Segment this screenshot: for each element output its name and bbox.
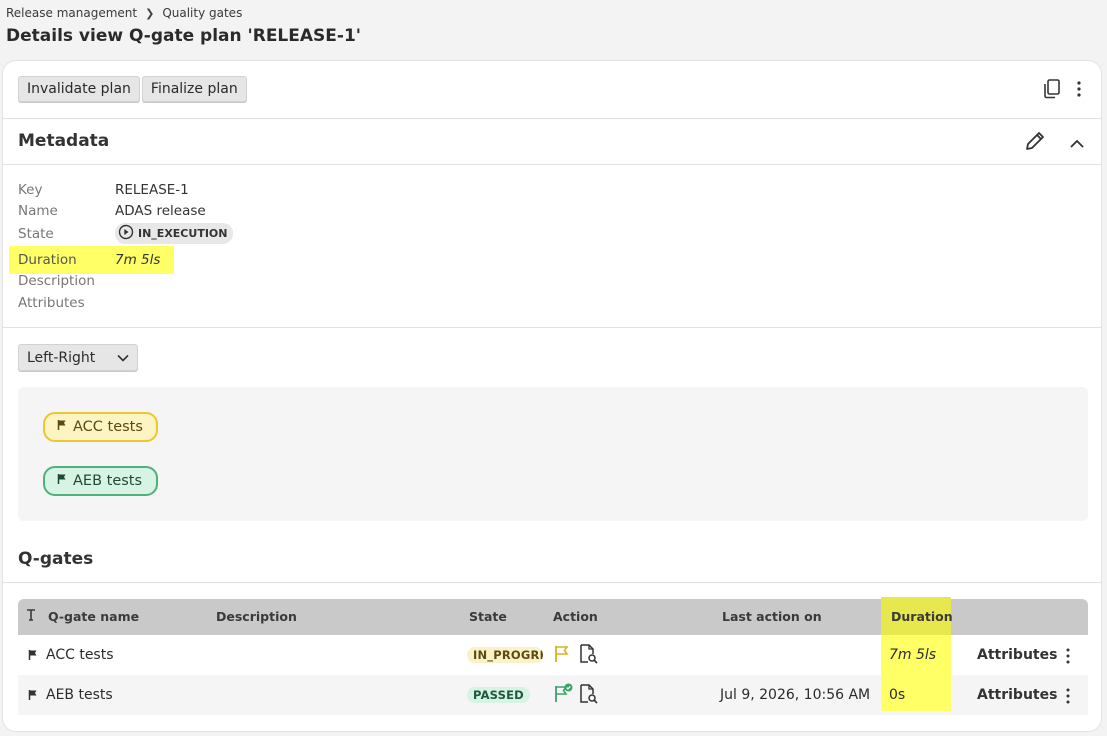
finalize-plan-button[interactable]: Finalize plan xyxy=(141,76,247,102)
meta-value: RELEASE-1 xyxy=(115,182,189,198)
meta-row-attributes: Attributes xyxy=(18,295,115,311)
page-title: Details view Q-gate plan 'RELEASE-1' xyxy=(6,26,361,46)
table-row[interactable]: AEB tests PASSED Jul 9, 2026, 10:56 AM 0… xyxy=(18,675,1088,715)
cell-qgate-name: AEB tests xyxy=(46,687,113,703)
state-value: IN_EXECUTION xyxy=(138,227,228,240)
invalidate-plan-button[interactable]: Invalidate plan xyxy=(18,76,140,102)
copy-icon[interactable] xyxy=(1043,79,1061,103)
column-header-duration[interactable]: Duration xyxy=(891,609,953,624)
column-header-description[interactable]: Description xyxy=(216,609,297,624)
flag-icon xyxy=(28,689,38,705)
attributes-button[interactable]: Attributes xyxy=(977,687,1057,703)
metadata-title: Metadata xyxy=(18,131,110,151)
meta-label: State xyxy=(18,225,54,242)
meta-label: Duration xyxy=(18,252,77,268)
chevron-right-icon: ❯ xyxy=(145,6,155,20)
metadata-body: Key RELEASE-1 Name ADAS release State IN… xyxy=(3,166,1101,328)
flow-node-label: AEB tests xyxy=(73,473,143,489)
edit-pencil-icon[interactable] xyxy=(1023,129,1047,157)
play-circle-icon xyxy=(118,224,134,243)
cell-duration: 7m 5ls xyxy=(889,647,937,663)
column-header-name[interactable]: Q-gate name xyxy=(48,609,139,624)
breadcrumb: Release management ❯ Quality gates xyxy=(6,6,242,20)
column-header-state[interactable]: State xyxy=(469,609,507,624)
view-document-icon[interactable] xyxy=(578,644,598,668)
meta-label: Key xyxy=(18,182,43,198)
details-card: Invalidate plan Finalize plan Metadata K… xyxy=(2,60,1102,732)
flag-icon xyxy=(28,649,38,665)
meta-label: Description xyxy=(18,273,95,289)
meta-row-key: Key RELEASE-1 xyxy=(18,182,189,198)
cell-qgate-name: ACC tests xyxy=(46,647,114,663)
chevron-down-icon xyxy=(117,350,129,366)
view-document-icon[interactable] xyxy=(578,684,598,708)
toolbar: Invalidate plan Finalize plan xyxy=(3,61,1101,119)
meta-label: Name xyxy=(18,203,58,219)
flag-icon xyxy=(57,473,67,489)
flow-node-acc-tests[interactable]: ACC tests xyxy=(43,412,158,442)
meta-row-state: State IN_EXECUTION xyxy=(18,223,234,244)
column-header-last-action[interactable]: Last action on xyxy=(722,609,822,624)
state-badge: PASSED xyxy=(467,687,530,703)
layout-select-value: Left-Right xyxy=(27,349,96,366)
flow-node-aeb-tests[interactable]: AEB tests xyxy=(43,466,158,496)
attributes-button[interactable]: Attributes xyxy=(977,647,1057,663)
chevron-up-icon[interactable] xyxy=(1069,134,1085,153)
column-header-action[interactable]: Action xyxy=(553,609,598,624)
start-flag-icon[interactable] xyxy=(554,645,570,667)
meta-value: 7m 5ls xyxy=(115,252,161,268)
metadata-header: Metadata xyxy=(3,119,1101,165)
qgates-header: Q-gates xyxy=(3,537,1101,583)
state-badge: IN_EXECUTION xyxy=(115,223,234,244)
meta-value: ADAS release xyxy=(115,203,206,219)
flag-check-icon[interactable] xyxy=(554,683,574,707)
cell-duration: 0s xyxy=(889,687,906,703)
row-more-vert-icon[interactable] xyxy=(1066,688,1070,708)
flag-icon xyxy=(57,419,67,435)
state-badge: IN_PROGRESS xyxy=(467,647,543,663)
qgates-table: Q-gate name Description State Action Las… xyxy=(18,597,1088,715)
layout-select[interactable]: Left-Right xyxy=(18,344,138,371)
meta-row-description: Description xyxy=(18,273,115,289)
table-header: Q-gate name Description State Action Las… xyxy=(18,597,1088,635)
breadcrumb-quality-gates[interactable]: Quality gates xyxy=(162,6,242,20)
meta-row-name: Name ADAS release xyxy=(18,203,206,219)
qgate-flow-canvas[interactable]: ACC tests AEB tests xyxy=(18,387,1088,521)
table-row[interactable]: ACC tests IN_PROGRESS 7m 5ls Attributes xyxy=(18,635,1088,675)
filter-icon[interactable] xyxy=(26,608,36,625)
flow-node-label: ACC tests xyxy=(73,419,143,435)
cell-last-action: Jul 9, 2026, 10:56 AM xyxy=(720,687,871,703)
qgates-title: Q-gates xyxy=(18,549,94,569)
breadcrumb-release-management[interactable]: Release management xyxy=(6,6,137,20)
meta-label: Attributes xyxy=(18,295,85,311)
meta-row-duration: Duration 7m 5ls xyxy=(18,252,160,268)
more-vert-icon[interactable] xyxy=(1077,81,1081,101)
row-more-vert-icon[interactable] xyxy=(1066,648,1070,668)
